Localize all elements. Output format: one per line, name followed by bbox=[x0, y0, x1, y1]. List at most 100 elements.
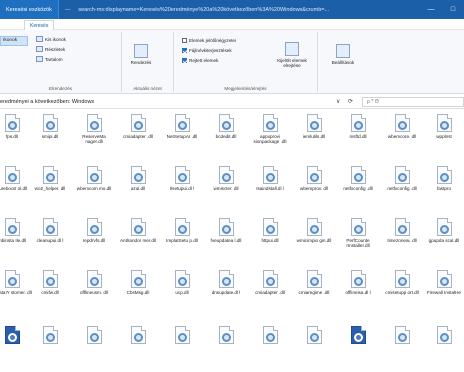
file-item[interactable]: wo2_helper. dll bbox=[30, 164, 70, 214]
file-item[interactable]: fveupdatea l.dll bbox=[206, 216, 246, 266]
gear-icon bbox=[439, 173, 449, 182]
checkbox-hidden-items[interactable]: Rejtett elemek bbox=[182, 58, 218, 63]
file-item[interactable]: inData7r stomer. dll bbox=[0, 268, 32, 318]
file-item[interactable]: wmicimpio gin.dll bbox=[294, 216, 334, 266]
file-item[interactable] bbox=[162, 324, 202, 372]
file-item[interactable]: iemlutils.dll bbox=[294, 112, 334, 162]
hide-selected-button[interactable]: Kijelölt elemek elrejtése bbox=[272, 42, 312, 68]
tab-search-tools[interactable]: Keresési eszközök bbox=[0, 0, 59, 19]
file-item[interactable]: wpplnst bbox=[424, 112, 464, 162]
address-dropdown-icon[interactable]: ∨ bbox=[336, 95, 340, 109]
file-item[interactable]: ucp.dll bbox=[162, 268, 202, 318]
file-item[interactable] bbox=[294, 324, 334, 372]
file-item[interactable]: PerfCounte rInstaller.dll bbox=[338, 216, 378, 266]
layout-small-icons-label: Kis ikonok bbox=[45, 36, 66, 42]
file-item[interactable] bbox=[250, 324, 290, 372]
file-item[interactable]: surebootr ol.dll bbox=[0, 164, 32, 214]
group-options: Beállítások bbox=[318, 32, 368, 92]
file-name: azul.dll bbox=[130, 186, 146, 191]
file-item[interactable] bbox=[382, 324, 422, 372]
refresh-icon[interactable]: ⟳ bbox=[348, 95, 353, 109]
file-item[interactable]: cmiadapter .dll bbox=[250, 268, 290, 318]
file-name: appxprovi sionpackage .dll bbox=[253, 134, 287, 145]
file-item[interactable]: wbemprov. dll bbox=[294, 164, 334, 214]
file-item[interactable]: httpui.dll bbox=[250, 216, 290, 266]
file-item[interactable]: wmiscter. dll bbox=[206, 164, 246, 214]
file-item[interactable]: cmiadapter .dll bbox=[118, 112, 158, 162]
file-item[interactable]: appxprovi sionpackage .dll bbox=[250, 112, 290, 162]
hidden-items-box[interactable] bbox=[182, 58, 187, 63]
sort-button[interactable]: Rendezés bbox=[128, 44, 154, 65]
file-item[interactable]: dnsupdate.dl l bbox=[206, 268, 246, 318]
file-extensions-box[interactable] bbox=[182, 48, 187, 53]
file-item[interactable]: offlineisa.dl l bbox=[338, 268, 378, 318]
file-name: fveupdatea l.dll bbox=[210, 238, 242, 243]
gear-icon bbox=[177, 277, 187, 286]
layout-details[interactable]: Részletek bbox=[36, 46, 65, 52]
gear-icon bbox=[177, 173, 187, 182]
file-item[interactable]: netfxconfig .dll bbox=[382, 164, 422, 214]
file-item[interactable]: netfxconfig .dll bbox=[338, 164, 378, 214]
gear-icon bbox=[221, 225, 231, 234]
file-item[interactable]: timezoneai. dll bbox=[382, 216, 422, 266]
layout-content-label: Tartalom bbox=[45, 56, 63, 62]
file-item[interactable]: cleanupui.dl l bbox=[30, 216, 70, 266]
gear-icon bbox=[397, 333, 407, 342]
file-item[interactable]: ReserveMa nager.dll bbox=[74, 112, 114, 162]
layout-content[interactable]: Tartalom bbox=[36, 56, 63, 62]
file-item[interactable]: gpupda scal.dll bbox=[424, 216, 464, 266]
file-item[interactable] bbox=[0, 324, 32, 372]
layout-small-icons[interactable]: Kis ikonok bbox=[36, 36, 66, 42]
file-item[interactable]: CbsMsg.dll bbox=[118, 268, 158, 318]
gear-icon bbox=[309, 225, 319, 234]
file-item[interactable]: cmiaregime .dll bbox=[294, 268, 334, 318]
file-item[interactable]: bcdedit.dll bbox=[206, 112, 246, 162]
tab-search[interactable]: Keresés bbox=[24, 20, 55, 30]
gear-icon bbox=[177, 333, 187, 342]
file-item[interactable]: fps.dll bbox=[0, 112, 32, 162]
file-item[interactable]: azul.dll bbox=[118, 164, 158, 214]
gear-icon bbox=[397, 121, 407, 130]
file-item[interactable]: cmisetupp ort.dll bbox=[382, 268, 422, 318]
dll-file-icon bbox=[42, 218, 58, 236]
file-item[interactable]: NetSetupAI .dll bbox=[162, 112, 202, 162]
file-item[interactable] bbox=[118, 324, 158, 372]
search-input[interactable]: ρ *˙Θ bbox=[362, 97, 464, 107]
file-item[interactable]: Firewall InstalHe bbox=[424, 268, 464, 318]
file-item[interactable]: Antlrandor mer.dll bbox=[118, 216, 158, 266]
file-item[interactable]: smipi.dll bbox=[30, 112, 70, 162]
file-item[interactable]: wbemcom mo.dll bbox=[74, 164, 114, 214]
file-name: surebootr ol.dll bbox=[0, 186, 28, 191]
checkbox-item-checkboxes[interactable]: Elemek jelölőnégyzetei bbox=[182, 38, 236, 43]
minimize-button[interactable]: — bbox=[420, 0, 442, 19]
file-name: wo2_helper. dll bbox=[34, 186, 66, 191]
file-item[interactable] bbox=[74, 324, 114, 372]
file-name: inData7r stomer. dll bbox=[0, 290, 32, 295]
file-item[interactable]: cmifw.dll bbox=[30, 268, 70, 318]
file-item[interactable]: wbemcore. dll bbox=[382, 112, 422, 162]
checkbox-file-extensions[interactable]: Fájlnévkiterjesztések bbox=[182, 48, 232, 53]
file-item[interactable]: Ilsetupui.dl l bbox=[162, 164, 202, 214]
file-item[interactable]: fastpro bbox=[424, 164, 464, 214]
file-item[interactable] bbox=[206, 324, 246, 372]
address-path[interactable]: eredményei a következőben: Windows bbox=[0, 95, 94, 109]
title-bar: Keresési eszközök — search-ms:displaynam… bbox=[0, 0, 464, 19]
file-item[interactable]: Isaindstall.dl l bbox=[250, 164, 290, 214]
file-item[interactable]: mbinsta Ile.dll bbox=[0, 216, 32, 266]
options-icon bbox=[336, 44, 350, 58]
file-name: smipi.dll bbox=[41, 134, 59, 139]
dll-file-icon bbox=[436, 166, 452, 184]
file-item[interactable]: repdrvfs.dll bbox=[74, 216, 114, 266]
title-separator: — bbox=[64, 6, 71, 13]
file-item[interactable]: offlineusm. dll bbox=[74, 268, 114, 318]
options-button[interactable]: Beállítások bbox=[328, 44, 358, 65]
file-item[interactable] bbox=[424, 324, 464, 372]
file-item[interactable]: ImplatSetu p.dll bbox=[162, 216, 202, 266]
item-checkboxes-box[interactable] bbox=[182, 38, 187, 43]
details-icon bbox=[36, 46, 43, 52]
file-item[interactable] bbox=[338, 324, 378, 372]
maximize-button[interactable]: □ bbox=[442, 0, 464, 19]
layout-icons-option[interactable]: Ikonok bbox=[0, 36, 28, 46]
file-item[interactable]: msftd.dll bbox=[338, 112, 378, 162]
file-item[interactable] bbox=[30, 324, 70, 372]
